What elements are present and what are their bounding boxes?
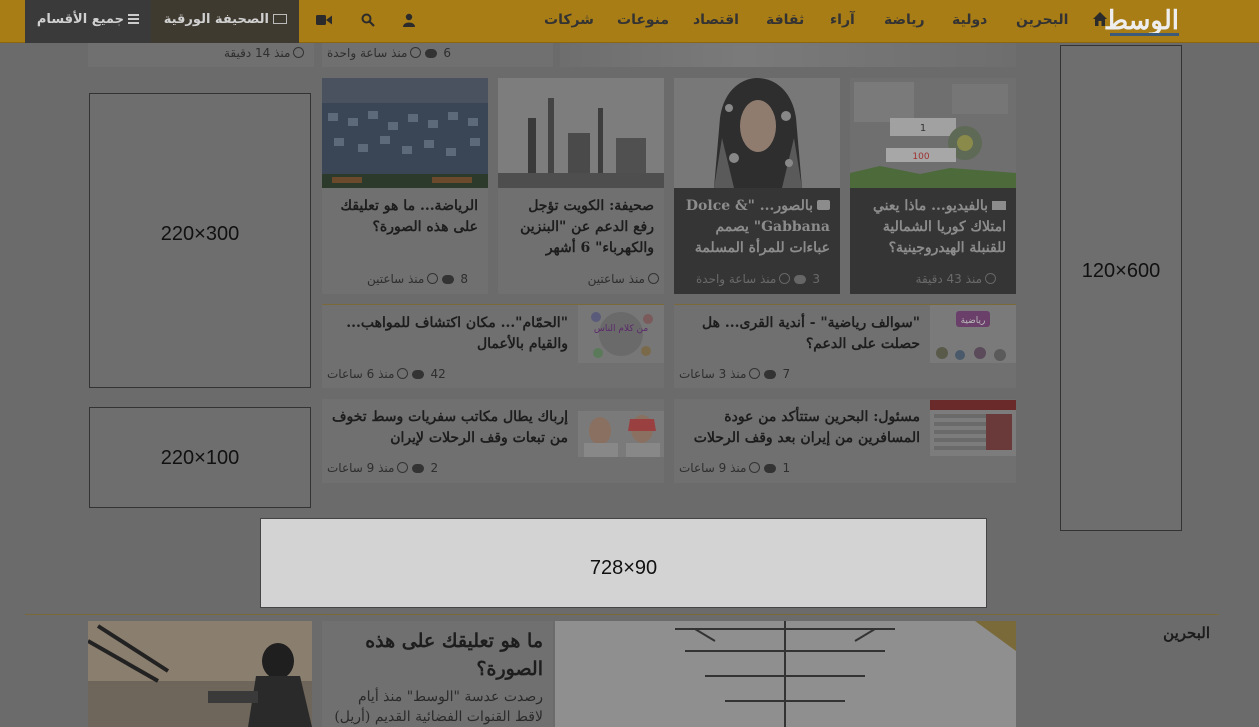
article-thumbnail bbox=[674, 78, 840, 188]
comment-icon bbox=[764, 464, 777, 473]
article-title[interactable]: بالصور... "Dolce & Gabbana" يصمم عباءات … bbox=[680, 196, 830, 259]
article-title[interactable]: مسئول: البحرين ستتأكد من عودة المسافرين … bbox=[680, 407, 920, 449]
ad-rect-tall[interactable]: 220×300 bbox=[89, 93, 311, 388]
article-meta: 2منذ 9 ساعات bbox=[327, 461, 439, 475]
clock-icon bbox=[749, 462, 761, 473]
article-meta: منذ 43 دقيقة bbox=[916, 272, 996, 286]
comment-icon bbox=[425, 49, 438, 58]
strip-meta: منذ 14 دقيقة bbox=[224, 46, 305, 60]
grid-card[interactable]: صحيفة: الكويت تؤجل رفع الدعم عن "البنزين… bbox=[498, 78, 664, 294]
article-thumbnail: 1 100 bbox=[850, 78, 1016, 188]
article-title[interactable]: صحيفة: الكويت تؤجل رفع الدعم عن "البنزين… bbox=[504, 196, 654, 259]
nav-item-sports[interactable]: رياضة bbox=[884, 0, 925, 43]
feature-excerpt: رصدت عدسة "الوسط" منذ أيام لاقط القنوات … bbox=[334, 689, 543, 725]
strip-meta: 6منذ ساعة واحدة bbox=[327, 46, 452, 60]
nav-item-international[interactable]: دولية bbox=[952, 0, 987, 43]
comment-icon bbox=[764, 370, 777, 379]
clock-icon bbox=[779, 273, 791, 284]
article-meta: 1منذ 9 ساعات bbox=[679, 461, 791, 475]
nav-item-companies[interactable]: شركات bbox=[544, 0, 594, 43]
menu-icon bbox=[128, 14, 139, 24]
list-item[interactable]: رياضية "سوالف رياضية" - أندية القرى... ه… bbox=[674, 304, 1016, 388]
nav-item-culture[interactable]: ثقافة bbox=[766, 0, 804, 43]
list-item[interactable]: إرباك يطال مكاتب سفريات وسط تخوف من تبعا… bbox=[322, 399, 664, 483]
camera-icon bbox=[817, 200, 830, 210]
svg-text:من كلام الناس: من كلام الناس bbox=[594, 324, 648, 334]
article-title[interactable]: "سوالف رياضية" - أندية القرى... هل حصلت … bbox=[690, 313, 920, 355]
video-icon bbox=[992, 201, 1006, 210]
article-meta: 7منذ 3 ساعات bbox=[679, 367, 791, 381]
section-divider bbox=[25, 614, 1219, 615]
clock-icon bbox=[749, 368, 761, 379]
video-icon[interactable] bbox=[311, 0, 337, 43]
article-thumbnail bbox=[498, 78, 664, 188]
side-image[interactable] bbox=[88, 621, 312, 727]
grid-card[interactable]: الرياضة... ما هو تعليقك على هذه الصورة؟ … bbox=[322, 78, 488, 294]
list-item[interactable]: من كلام الناس "الحمّام"... مكان اكتشاف ل… bbox=[322, 304, 664, 388]
clock-icon bbox=[397, 368, 409, 379]
grid-card[interactable]: بالصور... "Dolce & Gabbana" يصمم عباءات … bbox=[674, 78, 840, 294]
article-title[interactable]: بالفيديو... ماذا يعني امتلاك كوريا الشما… bbox=[856, 196, 1006, 259]
search-icon[interactable] bbox=[355, 0, 381, 43]
svg-text:رياضية: رياضية bbox=[961, 316, 986, 326]
article-meta: منذ ساعتين bbox=[588, 272, 659, 286]
site-logo[interactable]: الوسط bbox=[1104, 4, 1180, 38]
comment-icon bbox=[412, 370, 425, 379]
comment-icon bbox=[442, 275, 455, 284]
comment-icon bbox=[412, 464, 425, 473]
ad-rect-short[interactable]: 220×100 bbox=[89, 407, 311, 508]
article-meta: 3منذ ساعة واحدة bbox=[695, 272, 820, 286]
home-icon[interactable] bbox=[1087, 0, 1113, 43]
clock-icon bbox=[648, 273, 659, 284]
article-title[interactable]: إرباك يطال مكاتب سفريات وسط تخوف من تبعا… bbox=[328, 407, 568, 449]
article-title[interactable]: "الحمّام"... مكان اكتشاف للمواهب... والق… bbox=[338, 313, 568, 355]
svg-text:1: 1 bbox=[920, 123, 926, 134]
article-title[interactable]: الرياضة... ما هو تعليقك على هذه الصورة؟ bbox=[328, 196, 478, 238]
svg-text:100: 100 bbox=[912, 152, 929, 162]
all-sections-menu[interactable]: جميع الأقسام bbox=[25, 0, 151, 43]
grid-card[interactable]: 1 100 بالفيديو... ماذا يعني امتلاك كوريا… bbox=[850, 78, 1016, 294]
clock-icon bbox=[985, 273, 996, 284]
feature-headline[interactable]: ما هو تعليقك على هذه الصورة؟ bbox=[333, 627, 543, 683]
article-thumbnail bbox=[930, 400, 1016, 456]
article-thumbnail: رياضية bbox=[930, 305, 1016, 363]
feature-text[interactable]: ما هو تعليقك على هذه الصورة؟ رصدت عدسة "… bbox=[322, 621, 553, 727]
clock-icon bbox=[410, 47, 422, 58]
nav-item-misc[interactable]: منوعات bbox=[617, 0, 669, 43]
nav-item-bahrain[interactable]: البحرين bbox=[1016, 0, 1068, 43]
clock-icon bbox=[293, 47, 305, 58]
article-thumbnail bbox=[322, 78, 488, 188]
section-title[interactable]: البحرين bbox=[1120, 624, 1210, 642]
paper-edition-link[interactable]: الصحيفة الورقية bbox=[151, 0, 299, 43]
nav-item-economy[interactable]: اقتصاد bbox=[693, 0, 739, 43]
clock-icon bbox=[397, 462, 409, 473]
nav-item-opinions[interactable]: آراء bbox=[830, 0, 855, 43]
list-item[interactable]: مسئول: البحرين ستتأكد من عودة المسافرين … bbox=[674, 399, 1016, 483]
article-thumbnail: من كلام الناس bbox=[578, 305, 664, 363]
newspaper-icon bbox=[273, 14, 287, 24]
ad-leaderboard[interactable]: 728×90 bbox=[260, 518, 987, 608]
article-meta: 8منذ ساعتين bbox=[366, 272, 468, 286]
comment-icon bbox=[794, 275, 807, 284]
feature-image[interactable] bbox=[555, 621, 1016, 727]
article-meta: 42منذ 6 ساعات bbox=[327, 367, 446, 381]
ad-skyscraper[interactable]: 120×600 bbox=[1060, 45, 1182, 531]
strip-image[interactable] bbox=[560, 43, 1016, 67]
article-thumbnail bbox=[578, 411, 664, 457]
user-icon[interactable] bbox=[396, 0, 422, 43]
clock-icon bbox=[427, 273, 439, 284]
